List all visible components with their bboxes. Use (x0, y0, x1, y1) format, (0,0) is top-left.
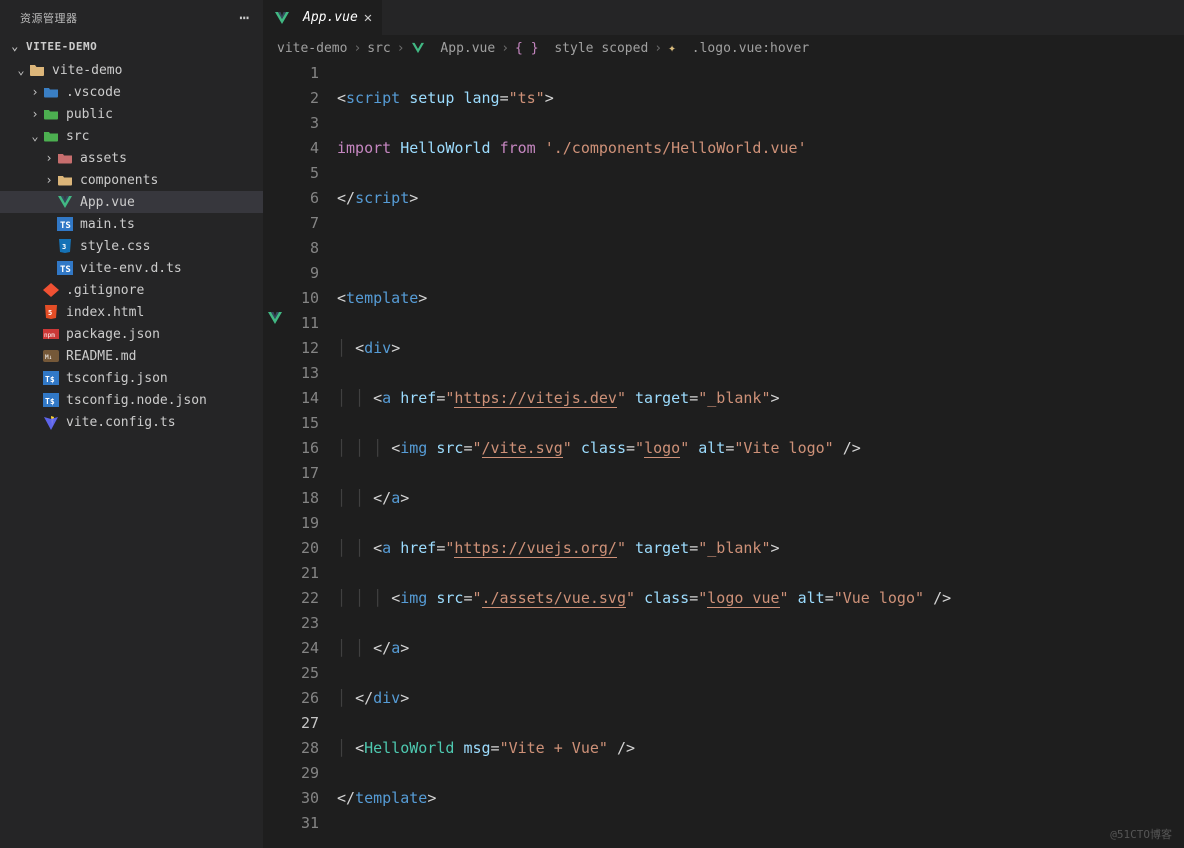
folder-open-icon (28, 61, 46, 79)
chevron-down-icon: ⌄ (14, 63, 28, 77)
markdown-file-icon: M↓ (42, 347, 60, 365)
vue-gutter-icon (267, 311, 283, 325)
tree-file-readme[interactable]: M↓README.md (0, 345, 263, 367)
breadcrumb-item[interactable]: { } style scoped (515, 41, 648, 56)
tree-file-indexhtml[interactable]: 5index.html (0, 301, 263, 323)
more-actions-icon[interactable]: ⋯ (239, 8, 249, 27)
chevron-right-icon: › (501, 41, 509, 56)
tree-file-tsconfig[interactable]: T$tsconfig.json (0, 367, 263, 389)
tree-folder-components[interactable]: ›components (0, 169, 263, 191)
tree-folder-vscode[interactable]: ›.vscode (0, 81, 263, 103)
tsconfig-file-icon: T$ (42, 369, 60, 387)
tree-file-tsconfignode[interactable]: T$tsconfig.node.json (0, 389, 263, 411)
folder-public-icon (42, 105, 60, 123)
folder-vscode-icon (42, 83, 60, 101)
tabs-bar: App.vue ✕ (263, 0, 1184, 35)
tree-file-viteconfig[interactable]: vite.config.ts (0, 411, 263, 433)
tree-folder-assets[interactable]: ›assets (0, 147, 263, 169)
vue-file-icon (56, 193, 74, 211)
project-name: VITEE-DEMO (26, 40, 97, 53)
git-file-icon (42, 281, 60, 299)
sidebar-title: 资源管理器 (20, 10, 78, 26)
sidebar-header: 资源管理器 ⋯ (0, 0, 263, 35)
chevron-right-icon: › (28, 107, 42, 121)
code-content[interactable]: <script setup lang="ts"> import HelloWor… (337, 61, 1184, 848)
chevron-down-icon: ⌄ (28, 129, 42, 143)
close-icon[interactable]: ✕ (364, 10, 372, 26)
folder-components-icon (56, 171, 74, 189)
tree-file-stylecss[interactable]: 3style.css (0, 235, 263, 257)
editor-area: App.vue ✕ vite-demo › src › App.vue › { } s… (263, 0, 1184, 848)
svg-text:TS: TS (60, 221, 71, 231)
tree-folder-src[interactable]: ⌄src (0, 125, 263, 147)
tree-file-maints[interactable]: TSmain.ts (0, 213, 263, 235)
tree-file-packagejson[interactable]: npmpackage.json (0, 323, 263, 345)
folder-assets-icon (56, 149, 74, 167)
ts-file-icon: TS (56, 259, 74, 277)
folder-src-icon (42, 127, 60, 145)
npm-file-icon: npm (42, 325, 60, 343)
tree-folder-public[interactable]: ›public (0, 103, 263, 125)
chevron-right-icon: › (42, 151, 56, 165)
chevron-right-icon: › (42, 173, 56, 187)
code-editor[interactable]: 1234567891011121314151617181920212223242… (263, 61, 1184, 848)
breadcrumb-item[interactable]: App.vue (411, 41, 496, 56)
breadcrumb-item[interactable]: vite-demo (277, 41, 347, 56)
chevron-right-icon: › (353, 41, 361, 56)
tab-label: App.vue (303, 10, 358, 25)
chevron-right-icon: › (28, 85, 42, 99)
html-file-icon: 5 (42, 303, 60, 321)
chevron-down-icon: ⌄ (8, 39, 22, 53)
file-tree: ⌄vite-demo ›.vscode ›public ⌄src ›assets… (0, 57, 263, 848)
svg-text:T$: T$ (45, 375, 55, 384)
svg-text:5: 5 (48, 309, 52, 317)
line-numbers: 1234567891011121314151617181920212223242… (289, 61, 337, 848)
svg-text:TS: TS (60, 265, 71, 275)
gutter-decorations (263, 61, 289, 848)
tsconfig-file-icon: T$ (42, 391, 60, 409)
ts-file-icon: TS (56, 215, 74, 233)
svg-text:M↓: M↓ (45, 354, 52, 361)
tree-file-viteenv[interactable]: TSvite-env.d.ts (0, 257, 263, 279)
css-file-icon: 3 (56, 237, 74, 255)
watermark: @51CTO博客 (1110, 826, 1172, 842)
tab-appvue[interactable]: App.vue ✕ (263, 0, 382, 35)
tree-folder-root[interactable]: ⌄vite-demo (0, 59, 263, 81)
chevron-right-icon: › (397, 41, 405, 56)
breadcrumbs[interactable]: vite-demo › src › App.vue › { } style scope… (263, 35, 1184, 61)
svg-text:T$: T$ (45, 397, 55, 406)
chevron-right-icon: › (654, 41, 662, 56)
breadcrumb-item[interactable]: src (367, 41, 390, 56)
vite-file-icon (42, 413, 60, 431)
svg-text:3: 3 (62, 243, 66, 251)
tree-file-gitignore[interactable]: .gitignore (0, 279, 263, 301)
svg-text:npm: npm (44, 332, 55, 339)
tree-file-appvue[interactable]: App.vue (0, 191, 263, 213)
project-header[interactable]: ⌄ VITEE-DEMO (0, 35, 263, 57)
breadcrumb-item[interactable]: ✦ .logo.vue:hover (668, 41, 809, 56)
vue-file-icon (273, 9, 291, 27)
explorer-sidebar: 资源管理器 ⋯ ⌄ VITEE-DEMO ⌄vite-demo ›.vscode… (0, 0, 263, 848)
